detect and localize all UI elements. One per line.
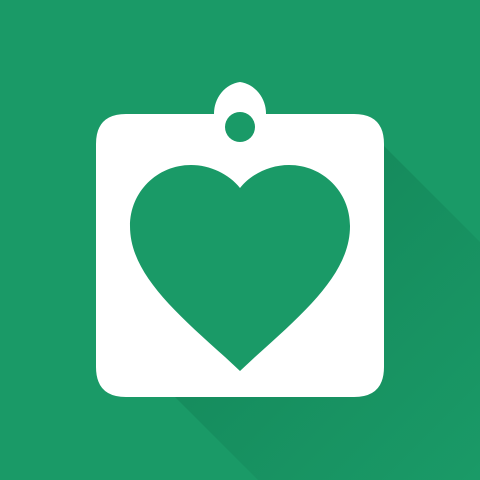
clipboard-hole	[225, 112, 255, 142]
clipboard-heart-icon	[0, 0, 480, 480]
app-icon	[0, 0, 480, 480]
